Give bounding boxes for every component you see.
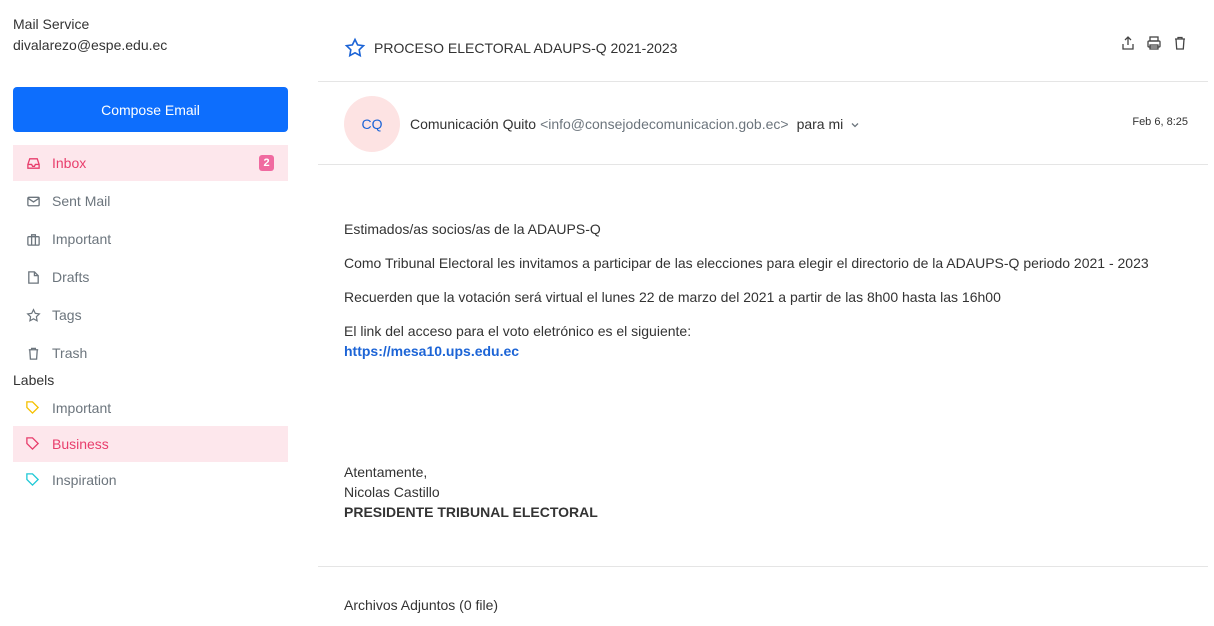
mail-nav: Inbox 2 Sent Mail Important Drafts Tags …	[13, 145, 288, 373]
label-item-business[interactable]: Business	[13, 426, 288, 462]
nav-item-inbox[interactable]: Inbox 2	[13, 145, 288, 181]
nav-item-tags[interactable]: Tags	[13, 297, 288, 333]
recipient-label[interactable]: para mi	[797, 116, 844, 132]
signature: Atentamente, Nicolas Castillo PRESIDENTE…	[344, 462, 598, 522]
nav-item-drafts[interactable]: Drafts	[13, 259, 288, 295]
tag-icon	[25, 472, 41, 488]
message-subject: PROCESO ELECTORAL ADAUPS-Q 2021-2023	[374, 40, 678, 56]
star-icon	[25, 307, 41, 323]
envelope-icon	[25, 193, 41, 209]
divider	[318, 164, 1208, 165]
sidebar: Mail Service divalarezo@espe.edu.ec Comp…	[0, 0, 300, 626]
service-name: Mail Service	[13, 16, 90, 32]
signature-closing: Atentamente,	[344, 464, 428, 480]
nav-label: Tags	[52, 307, 82, 323]
star-icon[interactable]	[344, 37, 366, 59]
sender-email: <info@consejodecomunicacion.gob.ec>	[540, 116, 789, 132]
tag-icon	[25, 400, 41, 416]
account-info: Mail Service divalarezo@espe.edu.ec	[13, 14, 167, 56]
unread-count-badge: 2	[259, 155, 274, 171]
signature-title: PRESIDENTE TRIBUNAL ELECTORAL	[344, 504, 598, 520]
file-icon	[25, 269, 41, 285]
label-name: Important	[52, 400, 112, 416]
greeting: Estimados/as socios/as de la ADAUPS-Q	[344, 221, 601, 237]
nav-label: Trash	[52, 345, 88, 361]
trash-icon[interactable]	[1172, 35, 1188, 54]
nav-label: Important	[52, 231, 112, 247]
briefcase-icon	[25, 231, 41, 247]
avatar: CQ	[344, 96, 400, 152]
compose-email-button[interactable]: Compose Email	[13, 87, 288, 132]
print-icon[interactable]	[1146, 35, 1162, 54]
label-item-inspiration[interactable]: Inspiration	[13, 462, 288, 498]
subject-bar: PROCESO ELECTORAL ADAUPS-Q 2021-2023	[318, 28, 1208, 68]
tag-icon	[25, 436, 41, 452]
nav-label: Sent Mail	[52, 193, 111, 209]
message-actions	[1120, 35, 1188, 54]
chevron-down-icon[interactable]	[849, 118, 861, 130]
body-paragraph: Como Tribunal Electoral les invitamos a …	[344, 255, 1149, 271]
attachments-label: Archivos Adjuntos (0 file)	[344, 597, 499, 613]
nav-item-important[interactable]: Important	[13, 221, 288, 257]
account-email: divalarezo@espe.edu.ec	[13, 37, 168, 53]
inbox-icon	[25, 155, 41, 171]
message-view: PROCESO ELECTORAL ADAUPS-Q 2021-2023 CQ …	[318, 0, 1208, 626]
label-name: Business	[52, 436, 109, 452]
body-paragraph: El link del acceso para el voto eletróni…	[344, 323, 692, 339]
sender-row: CQ Comunicación Quito <info@consejodecom…	[344, 96, 1188, 152]
body-paragraph: Recuerden que la votación será virtual e…	[344, 289, 1001, 305]
label-item-important[interactable]: Important	[13, 390, 288, 426]
voting-link[interactable]: https://mesa10.ups.edu.ec	[344, 343, 519, 359]
divider	[318, 81, 1208, 82]
sender-name: Comunicación Quito	[410, 116, 537, 132]
message-date: Feb 6, 8:25	[1132, 116, 1188, 128]
trash-icon	[25, 345, 41, 361]
divider	[318, 566, 1208, 567]
share-icon[interactable]	[1120, 35, 1136, 54]
labels-list: Important Business Inspiration	[13, 390, 288, 498]
message-body: Estimados/as socios/as de la ADAUPS-Q Co…	[344, 219, 1194, 361]
nav-item-sent-mail[interactable]: Sent Mail	[13, 183, 288, 219]
nav-label: Inbox	[52, 155, 87, 171]
label-name: Inspiration	[52, 472, 117, 488]
signature-name: Nicolas Castillo	[344, 484, 440, 500]
nav-label: Drafts	[52, 269, 90, 285]
labels-heading: Labels	[13, 372, 55, 388]
nav-item-trash[interactable]: Trash	[13, 335, 288, 371]
